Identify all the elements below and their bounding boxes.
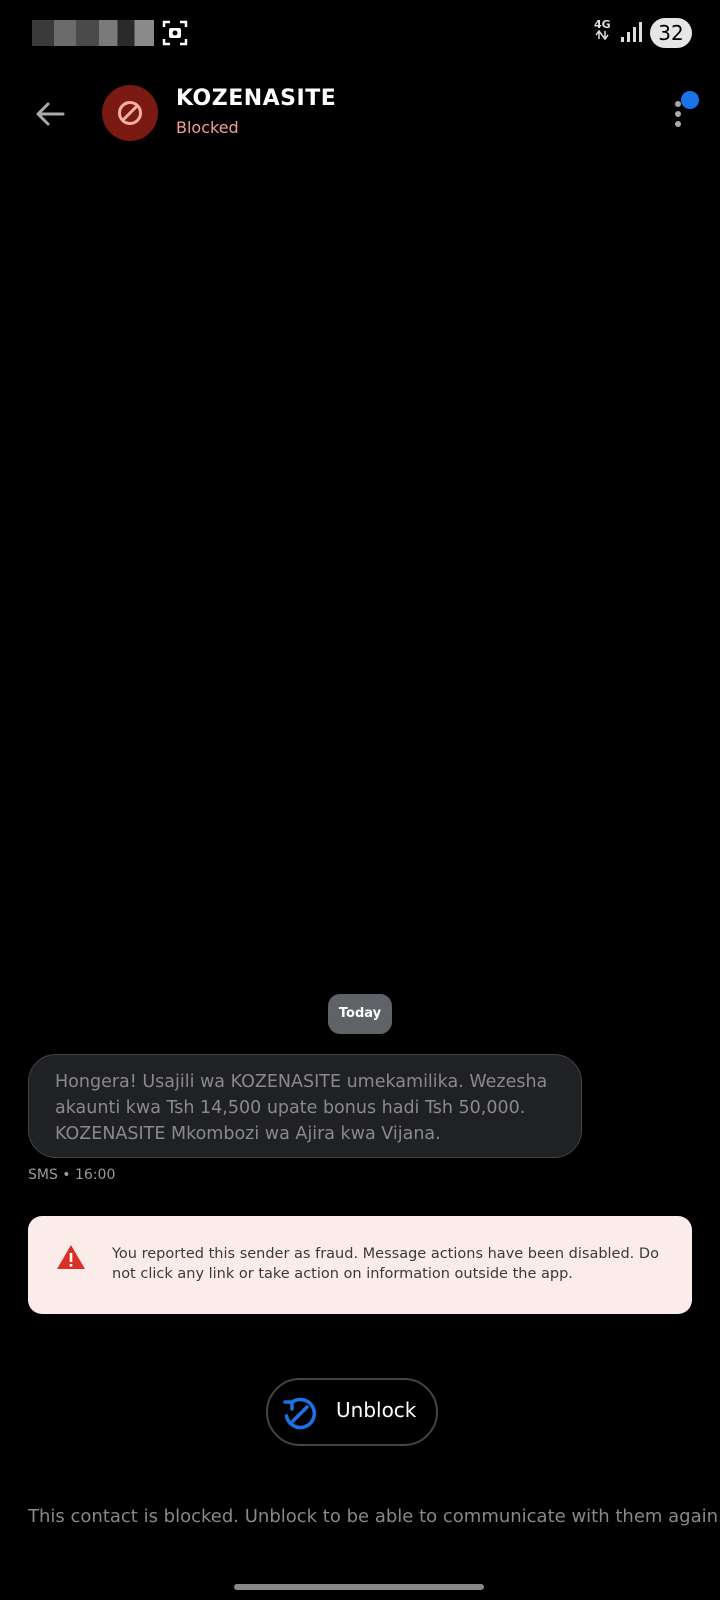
blocked-avatar-icon bbox=[118, 101, 142, 125]
date-divider: Today bbox=[328, 994, 392, 1034]
fraud-warning-text: You reported this sender as fraud. Messa… bbox=[112, 1246, 659, 1282]
unblock-icon bbox=[283, 1397, 316, 1430]
screenshot-icon bbox=[162, 20, 188, 46]
message-bubble[interactable]: Hongera! Usajili wa KOZENASITE umekamili… bbox=[28, 1054, 582, 1158]
warning-icon bbox=[57, 1245, 85, 1269]
fraud-warning-banner: You reported this sender as fraud. Messa… bbox=[28, 1216, 692, 1314]
signal-icon bbox=[621, 22, 642, 42]
message-meta: SMS • 16:00 bbox=[28, 1167, 116, 1183]
unblock-label: Unblock bbox=[336, 1398, 417, 1422]
avatar[interactable] bbox=[102, 85, 158, 141]
status-notification-icons bbox=[32, 20, 154, 46]
network-indicator: 4G bbox=[594, 19, 611, 42]
network-label: 4G bbox=[594, 18, 611, 31]
data-arrows-icon bbox=[595, 29, 609, 41]
battery-icon: 32 bbox=[650, 18, 692, 48]
unblock-button[interactable]: Unblock bbox=[266, 1378, 438, 1446]
blocked-info-text: This contact is blocked. Unblock to be a… bbox=[28, 1506, 720, 1527]
home-indicator[interactable] bbox=[234, 1584, 484, 1590]
contact-status: Blocked bbox=[176, 118, 239, 137]
contact-name: KOZENASITE bbox=[176, 86, 337, 111]
back-arrow-icon[interactable] bbox=[30, 94, 70, 134]
conversation-header: KOZENASITE Blocked bbox=[0, 76, 720, 152]
notification-dot bbox=[681, 91, 699, 109]
status-bar: 4G 32 bbox=[0, 0, 720, 70]
